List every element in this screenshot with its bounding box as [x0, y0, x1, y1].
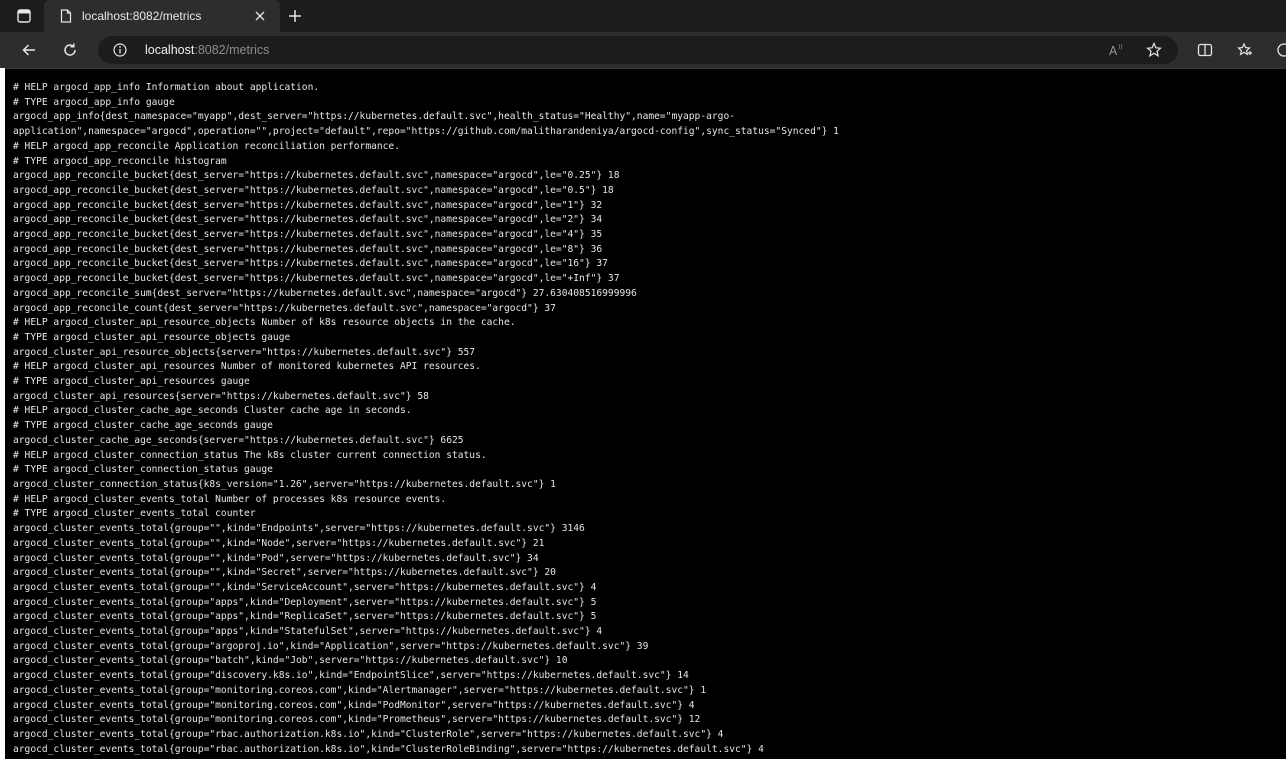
tab-actions-icon[interactable] [12, 6, 36, 26]
metric-line: argocd_cluster_events_total{group="apps"… [13, 596, 597, 608]
metric-line: # HELP argocd_cluster_cache_age_seconds … [13, 405, 412, 417]
metric-line: # TYPE argocd_cluster_cache_age_seconds … [13, 420, 273, 432]
metric-line: argocd_cluster_api_resource_objects{serv… [13, 346, 476, 358]
metric-line: argocd_app_reconcile_bucket{dest_server=… [13, 214, 603, 226]
metric-line: argocd_cluster_events_total{group="",kin… [13, 567, 556, 579]
metric-line: argocd_app_reconcile_count{dest_server="… [13, 302, 556, 314]
metric-line: argocd_cluster_connection_status{k8s_ver… [13, 478, 556, 490]
metric-line: # HELP argocd_cluster_events_total Numbe… [13, 493, 447, 505]
metric-line: argocd_app_reconcile_bucket{dest_server=… [13, 199, 603, 211]
metric-line: argocd_cluster_events_total{group="",kin… [13, 552, 539, 564]
plus-icon[interactable] [284, 5, 306, 27]
metric-line: # TYPE argocd_cluster_connection_status … [13, 464, 273, 476]
metric-line: # HELP argocd_cluster_connection_status … [13, 449, 487, 461]
metric-line: argocd_cluster_events_total{group="apps"… [13, 626, 603, 638]
tab-strip: localhost:8082/metrics [0, 0, 1286, 32]
metric-line: argocd_cluster_events_total{group="batch… [13, 655, 568, 667]
metric-line: # TYPE argocd_app_info gauge [13, 96, 175, 108]
url-path: :8082/metrics [194, 43, 270, 57]
tab-title: localhost:8082/metrics [82, 9, 202, 23]
metric-line: argocd_cluster_events_total{group="rbac.… [13, 728, 724, 740]
metric-line: argocd_app_reconcile_bucket{dest_server=… [13, 258, 608, 270]
metric-line: # TYPE argocd_cluster_api_resource_objec… [13, 331, 291, 343]
metric-line: argocd_cluster_events_total{group="monit… [13, 699, 695, 711]
read-aloud-icon[interactable]: A )) [1104, 38, 1128, 62]
metric-line: argocd_app_reconcile_bucket{dest_server=… [13, 273, 620, 285]
info-icon[interactable] [112, 42, 128, 58]
url-host: localhost [145, 43, 195, 57]
page-icon [58, 8, 74, 24]
metric-line: argocd_cluster_events_total{group="monit… [13, 684, 707, 696]
metric-line: argocd_cluster_cache_age_seconds{server=… [13, 434, 464, 446]
url-text[interactable]: localhost:8082/metrics [145, 42, 269, 58]
page-content: # HELP argocd_app_info Information about… [5, 68, 1286, 759]
metric-line: argocd_cluster_events_total{group="rbac.… [13, 743, 764, 755]
copilot-icon[interactable] [1272, 38, 1286, 62]
close-icon[interactable] [250, 6, 270, 26]
metric-line: # HELP argocd_cluster_api_resources Numb… [13, 361, 481, 373]
back-arrow-icon[interactable] [17, 38, 41, 62]
metric-line: # TYPE argocd_app_reconcile histogram [13, 155, 227, 167]
metric-line: argocd_cluster_events_total{group="monit… [13, 714, 701, 726]
metrics-text: # HELP argocd_app_info Information about… [5, 69, 1286, 757]
metric-line: argocd_cluster_events_total{group="",kin… [13, 537, 545, 549]
metric-line: # HELP argocd_cluster_api_resource_objec… [13, 317, 516, 329]
favorite-star-icon[interactable] [1142, 38, 1166, 62]
metric-line: argocd_cluster_events_total{group="disco… [13, 670, 689, 682]
metric-line: argocd_cluster_api_resources{server="htt… [13, 390, 429, 402]
split-screen-icon[interactable] [1193, 38, 1217, 62]
metric-line: argocd_app_reconcile_bucket{dest_server=… [13, 243, 603, 255]
metric-line: application",namespace="argocd",operatio… [13, 126, 839, 138]
metric-line: argocd_app_info{dest_namespace="myapp",d… [13, 111, 735, 123]
metric-line: argocd_app_reconcile_bucket{dest_server=… [13, 170, 620, 182]
toolbar: localhost:8082/metrics A )) [0, 32, 1286, 68]
browser-window: localhost:8082/metrics localhost:8082/me… [0, 0, 1286, 768]
metric-line: argocd_app_reconcile_bucket{dest_server=… [13, 184, 614, 196]
metric-line: argocd_cluster_events_total{group="argop… [13, 640, 649, 652]
svg-text:A: A [1109, 44, 1118, 58]
metric-line: # TYPE argocd_cluster_events_total count… [13, 508, 256, 520]
metric-line: # TYPE argocd_cluster_api_resources gaug… [13, 376, 250, 388]
metric-line: argocd_app_reconcile_sum{dest_server="ht… [13, 287, 637, 299]
tab-metrics[interactable]: localhost:8082/metrics [44, 0, 280, 32]
svg-text:)): )) [1118, 44, 1123, 51]
metric-line: argocd_cluster_events_total{group="apps"… [13, 611, 597, 623]
favorites-icon[interactable] [1233, 38, 1257, 62]
refresh-icon[interactable] [58, 38, 82, 62]
metric-line: argocd_cluster_events_total{group="",kin… [13, 581, 597, 593]
metric-line: argocd_app_reconcile_bucket{dest_server=… [13, 229, 603, 241]
address-bar[interactable]: localhost:8082/metrics [98, 36, 1178, 64]
metric-line: # HELP argocd_app_reconcile Application … [13, 140, 400, 152]
metric-line: argocd_cluster_events_total{group="",kin… [13, 523, 585, 535]
metric-line: # HELP argocd_app_info Information about… [13, 82, 320, 93]
